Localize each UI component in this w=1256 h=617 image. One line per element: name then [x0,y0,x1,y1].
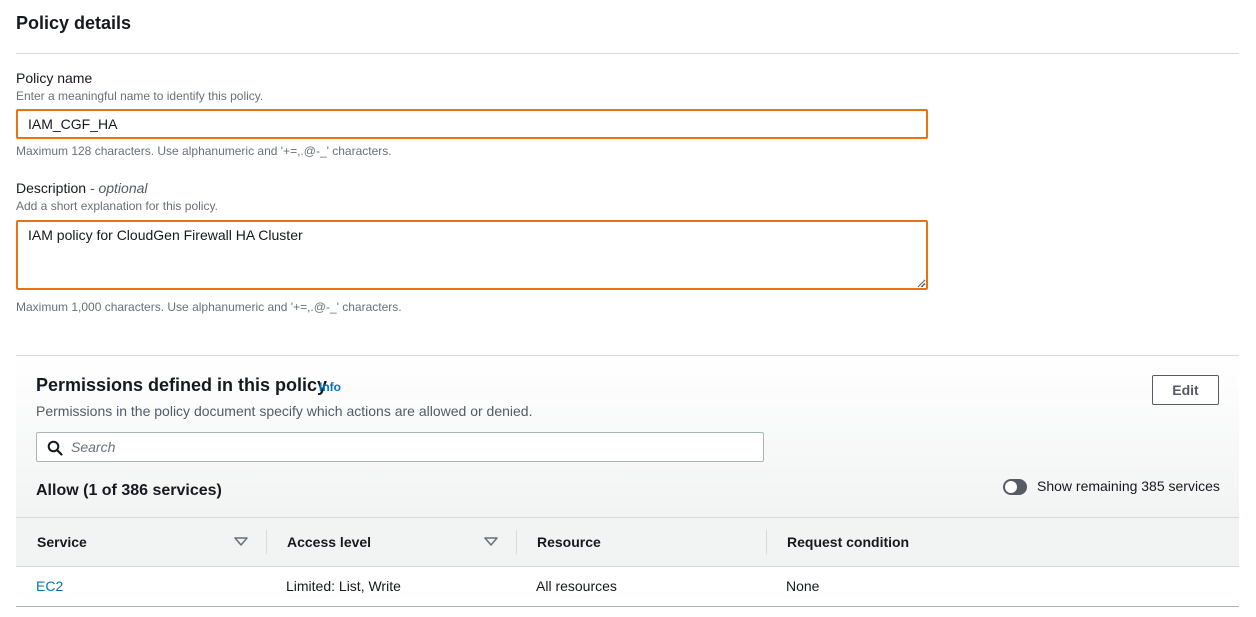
request-condition-cell: None [786,578,820,594]
description-hint: Maximum 1,000 characters. Use alphanumer… [16,300,402,314]
description-helper: Add a short explanation for this policy. [16,199,218,213]
column-separator [766,530,767,554]
policy-name-hint: Maximum 128 characters. Use alphanumeric… [16,144,392,158]
column-separator [266,530,267,554]
table-row: EC2 Limited: List, Write All resources N… [16,567,1239,607]
permissions-title: Permissions defined in this policy [36,375,328,395]
policy-name-description: Enter a meaningful name to identify this… [16,89,264,103]
access-level-cell: Limited: List, Write [286,578,401,594]
sort-down-icon[interactable] [234,537,248,547]
column-header-service[interactable]: Service [37,534,87,550]
column-header-request-condition: Request condition [787,534,910,550]
show-remaining-label[interactable]: Show remaining 385 services [1037,478,1220,494]
allow-title: Allow (1 of 386 services) [36,482,222,499]
section-title: Policy details [16,13,132,33]
search-icon [47,440,63,456]
divider [16,53,1239,54]
policy-page: Policy details Policy name Enter a meani… [0,0,1256,617]
service-link-ec2[interactable]: EC2 [36,578,63,594]
resource-cell: All resources [536,578,617,594]
policy-name-input[interactable] [16,109,928,139]
info-link[interactable]: Info [319,380,341,394]
edit-button[interactable]: Edit [1152,375,1219,405]
column-header-access-level[interactable]: Access level [287,534,371,550]
permissions-description: Permissions in the policy document speci… [36,403,533,419]
table-header: Service Access level Resource Request co… [16,517,1239,567]
search-box[interactable] [36,432,764,462]
show-remaining-toggle[interactable] [1003,479,1027,495]
description-label-text: Description [16,180,87,196]
sort-down-icon[interactable] [484,537,498,547]
search-input[interactable] [71,433,751,461]
column-header-resource: Resource [537,534,601,550]
toggle-knob [1005,481,1017,493]
description-textarea[interactable]: IAM policy for CloudGen Firewall HA Clus… [16,220,928,290]
policy-name-label: Policy name [16,70,93,86]
optional-tag: - optional [89,180,148,196]
column-separator [516,530,517,554]
description-label: Description - optional [16,180,148,196]
